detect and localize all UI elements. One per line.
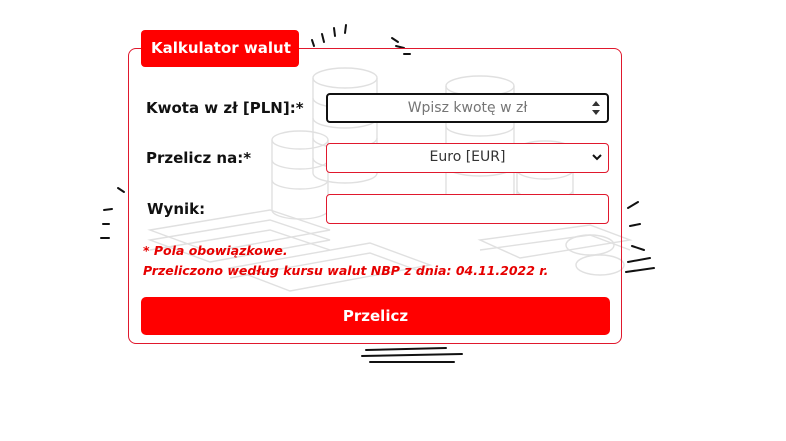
result-label: Wynik: <box>147 200 206 218</box>
currency-select[interactable]: Euro [EUR] <box>326 143 609 173</box>
convert-button[interactable]: Przelicz <box>141 297 610 335</box>
number-spinner-icon[interactable] <box>591 99 601 117</box>
result-field[interactable] <box>326 194 609 224</box>
amount-placeholder: Wpisz kwotę w zł <box>407 100 528 116</box>
chevron-down-icon <box>592 154 602 161</box>
result-value <box>327 195 608 223</box>
currency-label: Przelicz na:* <box>146 149 252 167</box>
exchange-rate-note: Przeliczono według kursu walut NBP z dni… <box>143 263 549 278</box>
amount-input[interactable]: Wpisz kwotę w zł <box>326 93 609 123</box>
calculator-title: Kalkulator walut <box>141 30 299 67</box>
required-fields-note: * Pola obowiązkowe. <box>143 243 288 258</box>
currency-selected-value: Euro [EUR] <box>429 149 506 165</box>
amount-label: Kwota w zł [PLN]:* <box>146 99 304 117</box>
